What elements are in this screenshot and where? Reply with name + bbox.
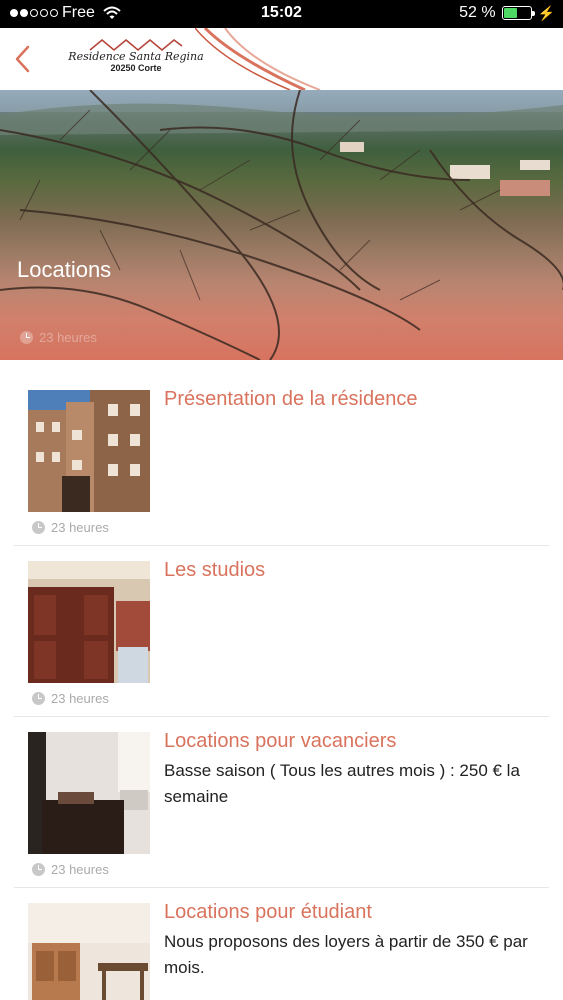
kitchen-photo — [28, 903, 150, 1000]
item-excerpt: Basse saison ( Tous les autres mois ) : … — [164, 761, 520, 806]
hero-meta: 23 heures — [20, 330, 97, 345]
residence-logo[interactable]: Residence Santa Regina 20250 Corte — [66, 36, 206, 84]
item-title: Locations pour étudiant — [164, 901, 372, 923]
status-right: 52 % ⚡ — [459, 4, 555, 22]
building-photo — [28, 390, 150, 512]
back-button[interactable] — [8, 42, 36, 76]
list-item[interactable]: Locations pour vacanciers Basse saison (… — [0, 702, 563, 888]
roofs-icon — [89, 38, 183, 52]
bedroom-photo — [28, 732, 150, 854]
decorative-swoosh — [195, 28, 321, 90]
item-excerpt: Nous proposons des loyers à partir de 35… — [164, 932, 528, 977]
hero-time-ago: 23 heures — [39, 330, 97, 345]
battery-percent: 52 % — [459, 4, 496, 21]
list-item[interactable]: Présentation de la résidence 23 heures — [0, 360, 563, 546]
logo-zip: 20250 Corte — [110, 63, 162, 73]
door-photo — [28, 561, 150, 683]
battery-icon — [501, 6, 535, 20]
nav-bar: Residence Santa Regina 20250 Corte — [0, 28, 563, 90]
item-title: Locations pour vacanciers — [164, 730, 397, 752]
clock-icon — [20, 331, 33, 344]
list-item[interactable]: Les studios 23 heures — [0, 531, 563, 717]
item-title: Les studios — [164, 559, 266, 581]
article-list: Présentation de la résidence 23 heures L… — [0, 360, 563, 1000]
item-title: Présentation de la résidence — [164, 388, 418, 410]
hero-photo — [0, 90, 563, 360]
charging-bolt-icon: ⚡ — [537, 4, 555, 21]
hero-banner[interactable]: Locations 23 heures — [0, 90, 563, 360]
hero-title: Locations — [17, 257, 112, 282]
list-item[interactable]: Locations pour étudiant Nous proposons d… — [0, 873, 563, 1000]
status-bar: Free 15:02 52 % ⚡ — [0, 0, 563, 28]
chevron-left-icon — [15, 45, 30, 73]
